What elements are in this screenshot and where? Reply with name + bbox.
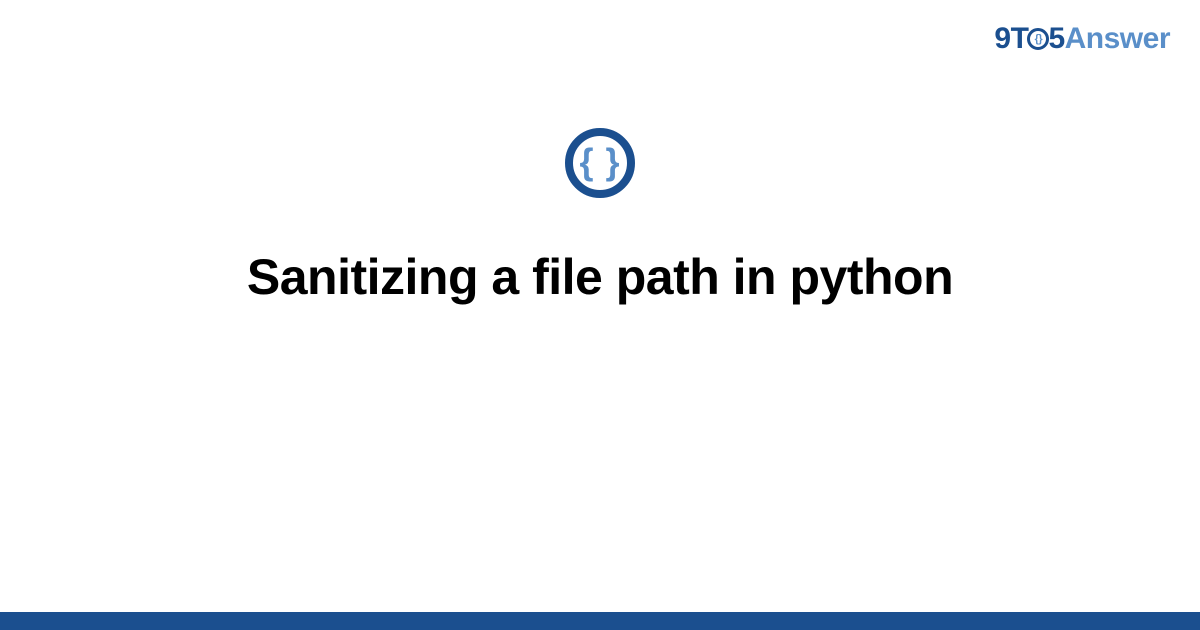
page-title: Sanitizing a file path in python (0, 248, 1200, 306)
icon-braces: { } (579, 144, 620, 180)
brand-text-5: 5 (1048, 22, 1064, 55)
bottom-accent-bar (0, 612, 1200, 630)
brand-text-answer: Answer (1065, 22, 1170, 55)
icon-ring: { } (565, 128, 635, 198)
brand-o-icon: {} (1027, 28, 1049, 50)
brand-o-braces: {} (1027, 28, 1049, 50)
code-braces-icon: { } (565, 128, 635, 198)
brand-logo: 9T{}5Answer (994, 22, 1170, 56)
brand-text-9t: 9T (994, 22, 1028, 55)
